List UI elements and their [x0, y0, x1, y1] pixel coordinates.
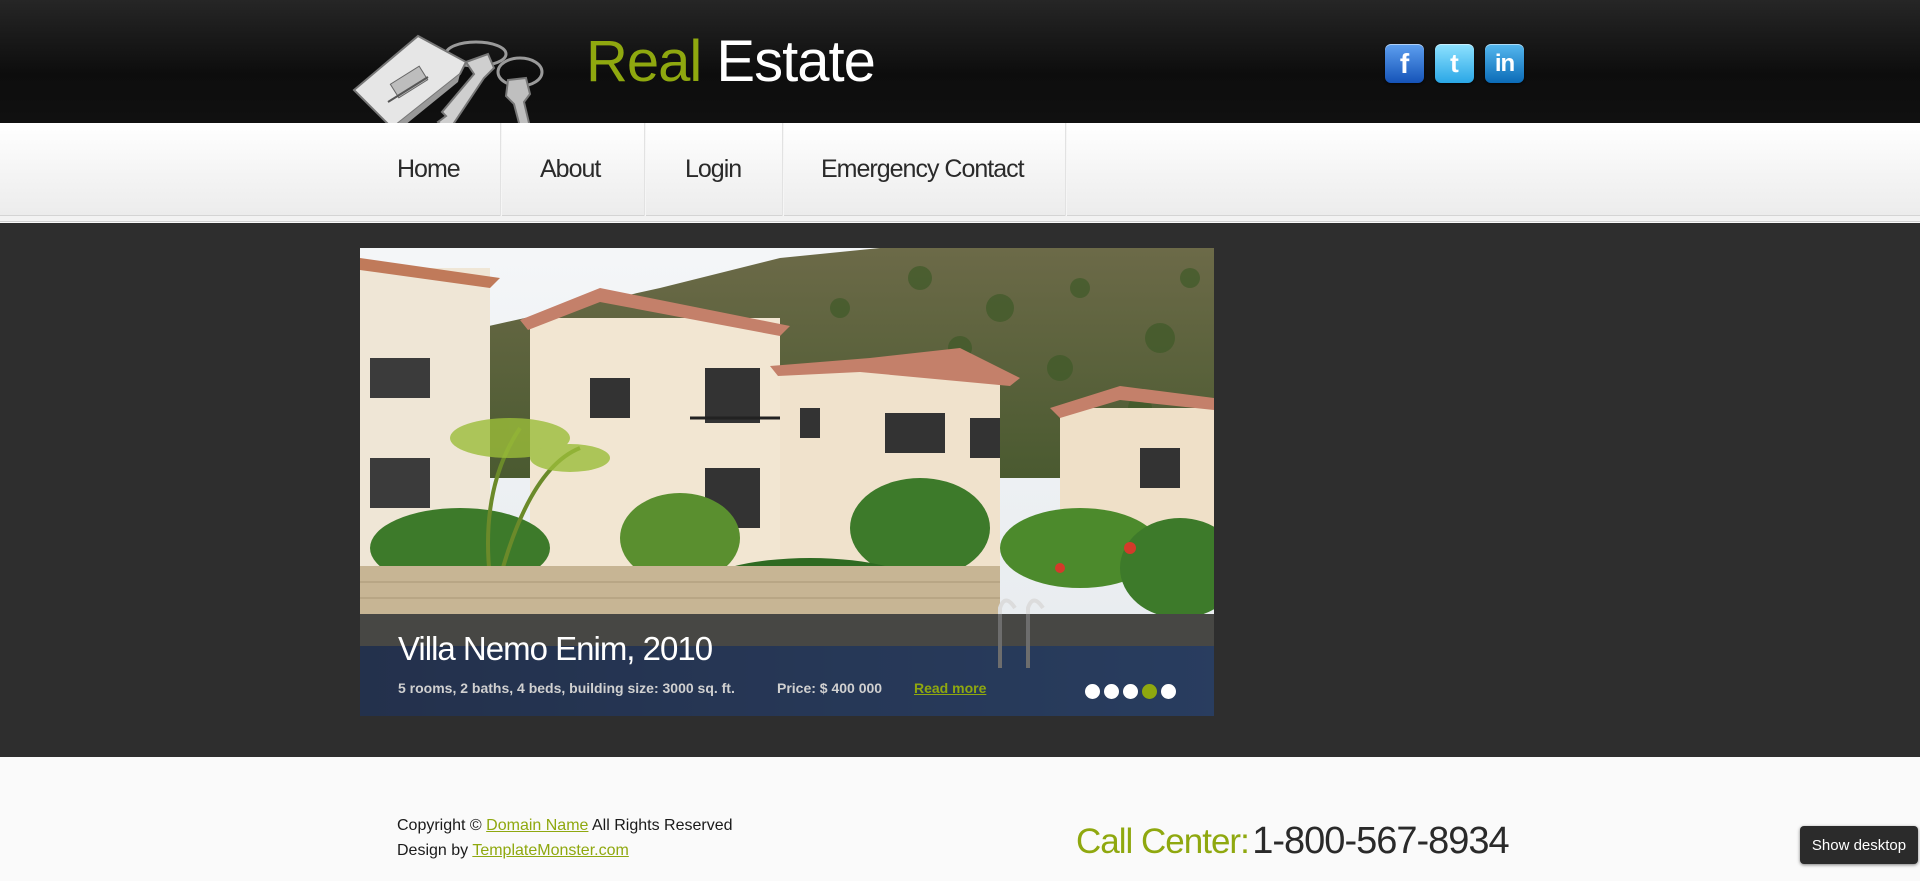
design-prefix: Design by — [397, 842, 469, 859]
nav-divider — [644, 123, 646, 216]
slider-pagination — [1085, 684, 1176, 699]
slide-caption: Villa Nemo Enim, 2010 5 rooms, 2 baths, … — [360, 614, 1214, 716]
logo-word-real: Real — [586, 29, 702, 94]
nav-item-home[interactable]: Home — [397, 123, 461, 216]
slide-dot-2[interactable] — [1104, 684, 1119, 699]
twitter-icon[interactable]: t — [1435, 44, 1474, 83]
nav-divider — [500, 123, 502, 216]
main-nav: Home About Login Emergency Contact — [0, 123, 1920, 216]
copyright-suffix: All Rights Reserved — [592, 817, 733, 834]
show-desktop-tooltip[interactable]: Show desktop — [1800, 826, 1918, 864]
property-price: Price: $ 400 000 — [777, 680, 883, 696]
read-more-link[interactable]: Read more — [914, 680, 986, 696]
nav-bottom-strip — [0, 216, 1920, 222]
call-center-number: 1-800-567-8934 — [1252, 820, 1509, 862]
site-logo-text[interactable]: Real Estate — [586, 28, 876, 95]
domain-name-link[interactable]: Domain Name — [486, 817, 588, 834]
linkedin-icon[interactable]: in — [1485, 44, 1524, 83]
featured-property-slider[interactable]: Villa Nemo Enim, 2010 5 rooms, 2 baths, … — [360, 248, 1214, 716]
copyright-prefix: Copyright © — [397, 817, 482, 834]
nav-divider — [782, 123, 784, 216]
site-header: Real Estate f t in — [0, 0, 1920, 162]
call-center-label: Call Center: — [1076, 822, 1250, 861]
design-credit-line: Design by TemplateMonster.com — [397, 842, 629, 860]
property-title: Villa Nemo Enim, 2010 — [398, 630, 713, 667]
logo-word-estate: Estate — [716, 29, 875, 94]
nav-item-about[interactable]: About — [540, 123, 601, 216]
copyright-line: Copyright © Domain Name All Rights Reser… — [397, 817, 733, 835]
site-footer: Copyright © Domain Name All Rights Reser… — [0, 757, 1920, 881]
nav-item-login[interactable]: Login — [685, 123, 742, 216]
slide-dot-1[interactable] — [1085, 684, 1100, 699]
property-details: 5 rooms, 2 baths, 4 beds, building size:… — [398, 680, 735, 696]
templatemonster-link[interactable]: TemplateMonster.com — [472, 842, 629, 859]
call-center: Call Center: 1-800-567-8934 — [1076, 820, 1510, 863]
main-content: Villa Nemo Enim, 2010 5 rooms, 2 baths, … — [0, 223, 1920, 757]
slide-dot-3[interactable] — [1123, 684, 1138, 699]
slide-dot-5[interactable] — [1161, 684, 1176, 699]
slide-dot-4-active[interactable] — [1142, 684, 1157, 699]
nav-item-emergency-contact[interactable]: Emergency Contact — [821, 123, 1025, 216]
nav-divider — [1065, 123, 1067, 216]
facebook-icon[interactable]: f — [1385, 44, 1424, 83]
